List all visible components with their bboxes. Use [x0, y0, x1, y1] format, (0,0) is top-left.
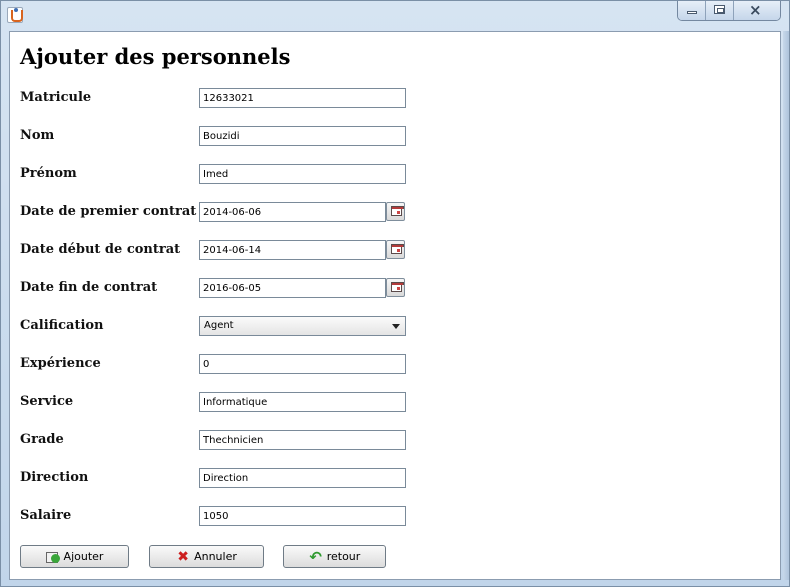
grade-input[interactable] — [199, 430, 406, 450]
service-label: Service — [20, 394, 74, 409]
salaire-label: Salaire — [20, 508, 72, 523]
row-date-debut-contrat: Date début de contrat — [10, 240, 510, 260]
window-frame: × Ajouter des personnels Matricule Nom P… — [0, 0, 790, 587]
experience-label: Expérience — [20, 356, 101, 371]
direction-input[interactable] — [199, 468, 406, 488]
date-debut-contrat-label: Date début de contrat — [20, 242, 181, 257]
row-salaire: Salaire — [10, 506, 510, 526]
minimize-icon — [687, 11, 697, 14]
row-direction: Direction — [10, 468, 510, 488]
ajouter-button-label: Ajouter — [63, 550, 104, 563]
window-right-edge — [783, 31, 789, 580]
retour-button-label: retour — [326, 550, 361, 563]
close-icon: × — [749, 1, 762, 19]
row-matricule: Matricule — [10, 88, 510, 108]
calendar-icon — [391, 206, 404, 216]
row-prenom: Prénom — [10, 164, 510, 184]
row-date-premier-contrat: Date de premier contrat — [10, 202, 510, 222]
nom-label: Nom — [20, 128, 55, 143]
row-service: Service — [10, 392, 510, 412]
add-document-icon — [45, 550, 60, 564]
date-premier-contrat-picker-button[interactable] — [386, 202, 405, 221]
prenom-input[interactable] — [199, 164, 406, 184]
annuler-button[interactable]: ✖ Annuler — [149, 545, 264, 568]
row-date-fin-contrat: Date fin de contrat — [10, 278, 510, 298]
calification-select[interactable]: Agent — [199, 316, 406, 336]
service-input[interactable] — [199, 392, 406, 412]
row-experience: Expérience — [10, 354, 510, 374]
calendar-icon — [391, 244, 404, 254]
direction-label: Direction — [20, 470, 89, 485]
date-debut-contrat-input[interactable] — [199, 240, 386, 260]
row-grade: Grade — [10, 430, 510, 450]
red-x-icon: ✖ — [177, 548, 189, 565]
date-fin-contrat-input[interactable] — [199, 278, 386, 298]
restore-icon — [714, 5, 725, 14]
grade-label: Grade — [20, 432, 64, 447]
matricule-input[interactable] — [199, 88, 406, 108]
salaire-input[interactable] — [199, 506, 406, 526]
matricule-label: Matricule — [20, 90, 92, 105]
calendar-icon — [391, 282, 404, 292]
date-fin-contrat-picker-button[interactable] — [386, 278, 405, 297]
java-app-icon[interactable] — [7, 7, 23, 23]
calification-selected-value: Agent — [204, 320, 234, 331]
prenom-label: Prénom — [20, 166, 77, 181]
date-premier-contrat-label: Date de premier contrat — [20, 204, 197, 219]
form-title: Ajouter des personnels — [20, 44, 291, 69]
date-debut-contrat-picker-button[interactable] — [386, 240, 405, 259]
nom-input[interactable] — [199, 126, 406, 146]
annuler-button-label: Annuler — [194, 550, 237, 563]
date-fin-contrat-label: Date fin de contrat — [20, 280, 158, 295]
title-bar[interactable]: × — [1, 1, 790, 31]
calification-label: Calification — [20, 318, 104, 333]
window-controls: × — [677, 1, 781, 21]
experience-input[interactable] — [199, 354, 406, 374]
form-panel: Ajouter des personnels Matricule Nom Pré… — [9, 31, 781, 580]
green-back-arrow-icon: ↶ — [309, 547, 322, 566]
ajouter-button[interactable]: Ajouter — [20, 545, 129, 568]
minimize-button[interactable] — [678, 1, 706, 20]
chevron-down-icon — [392, 324, 400, 329]
row-calification: Calification Agent — [10, 316, 510, 336]
retour-button[interactable]: ↶ retour — [283, 545, 386, 568]
date-premier-contrat-input[interactable] — [199, 202, 386, 222]
restore-button[interactable] — [706, 1, 734, 20]
row-nom: Nom — [10, 126, 510, 146]
close-button[interactable]: × — [734, 1, 780, 20]
